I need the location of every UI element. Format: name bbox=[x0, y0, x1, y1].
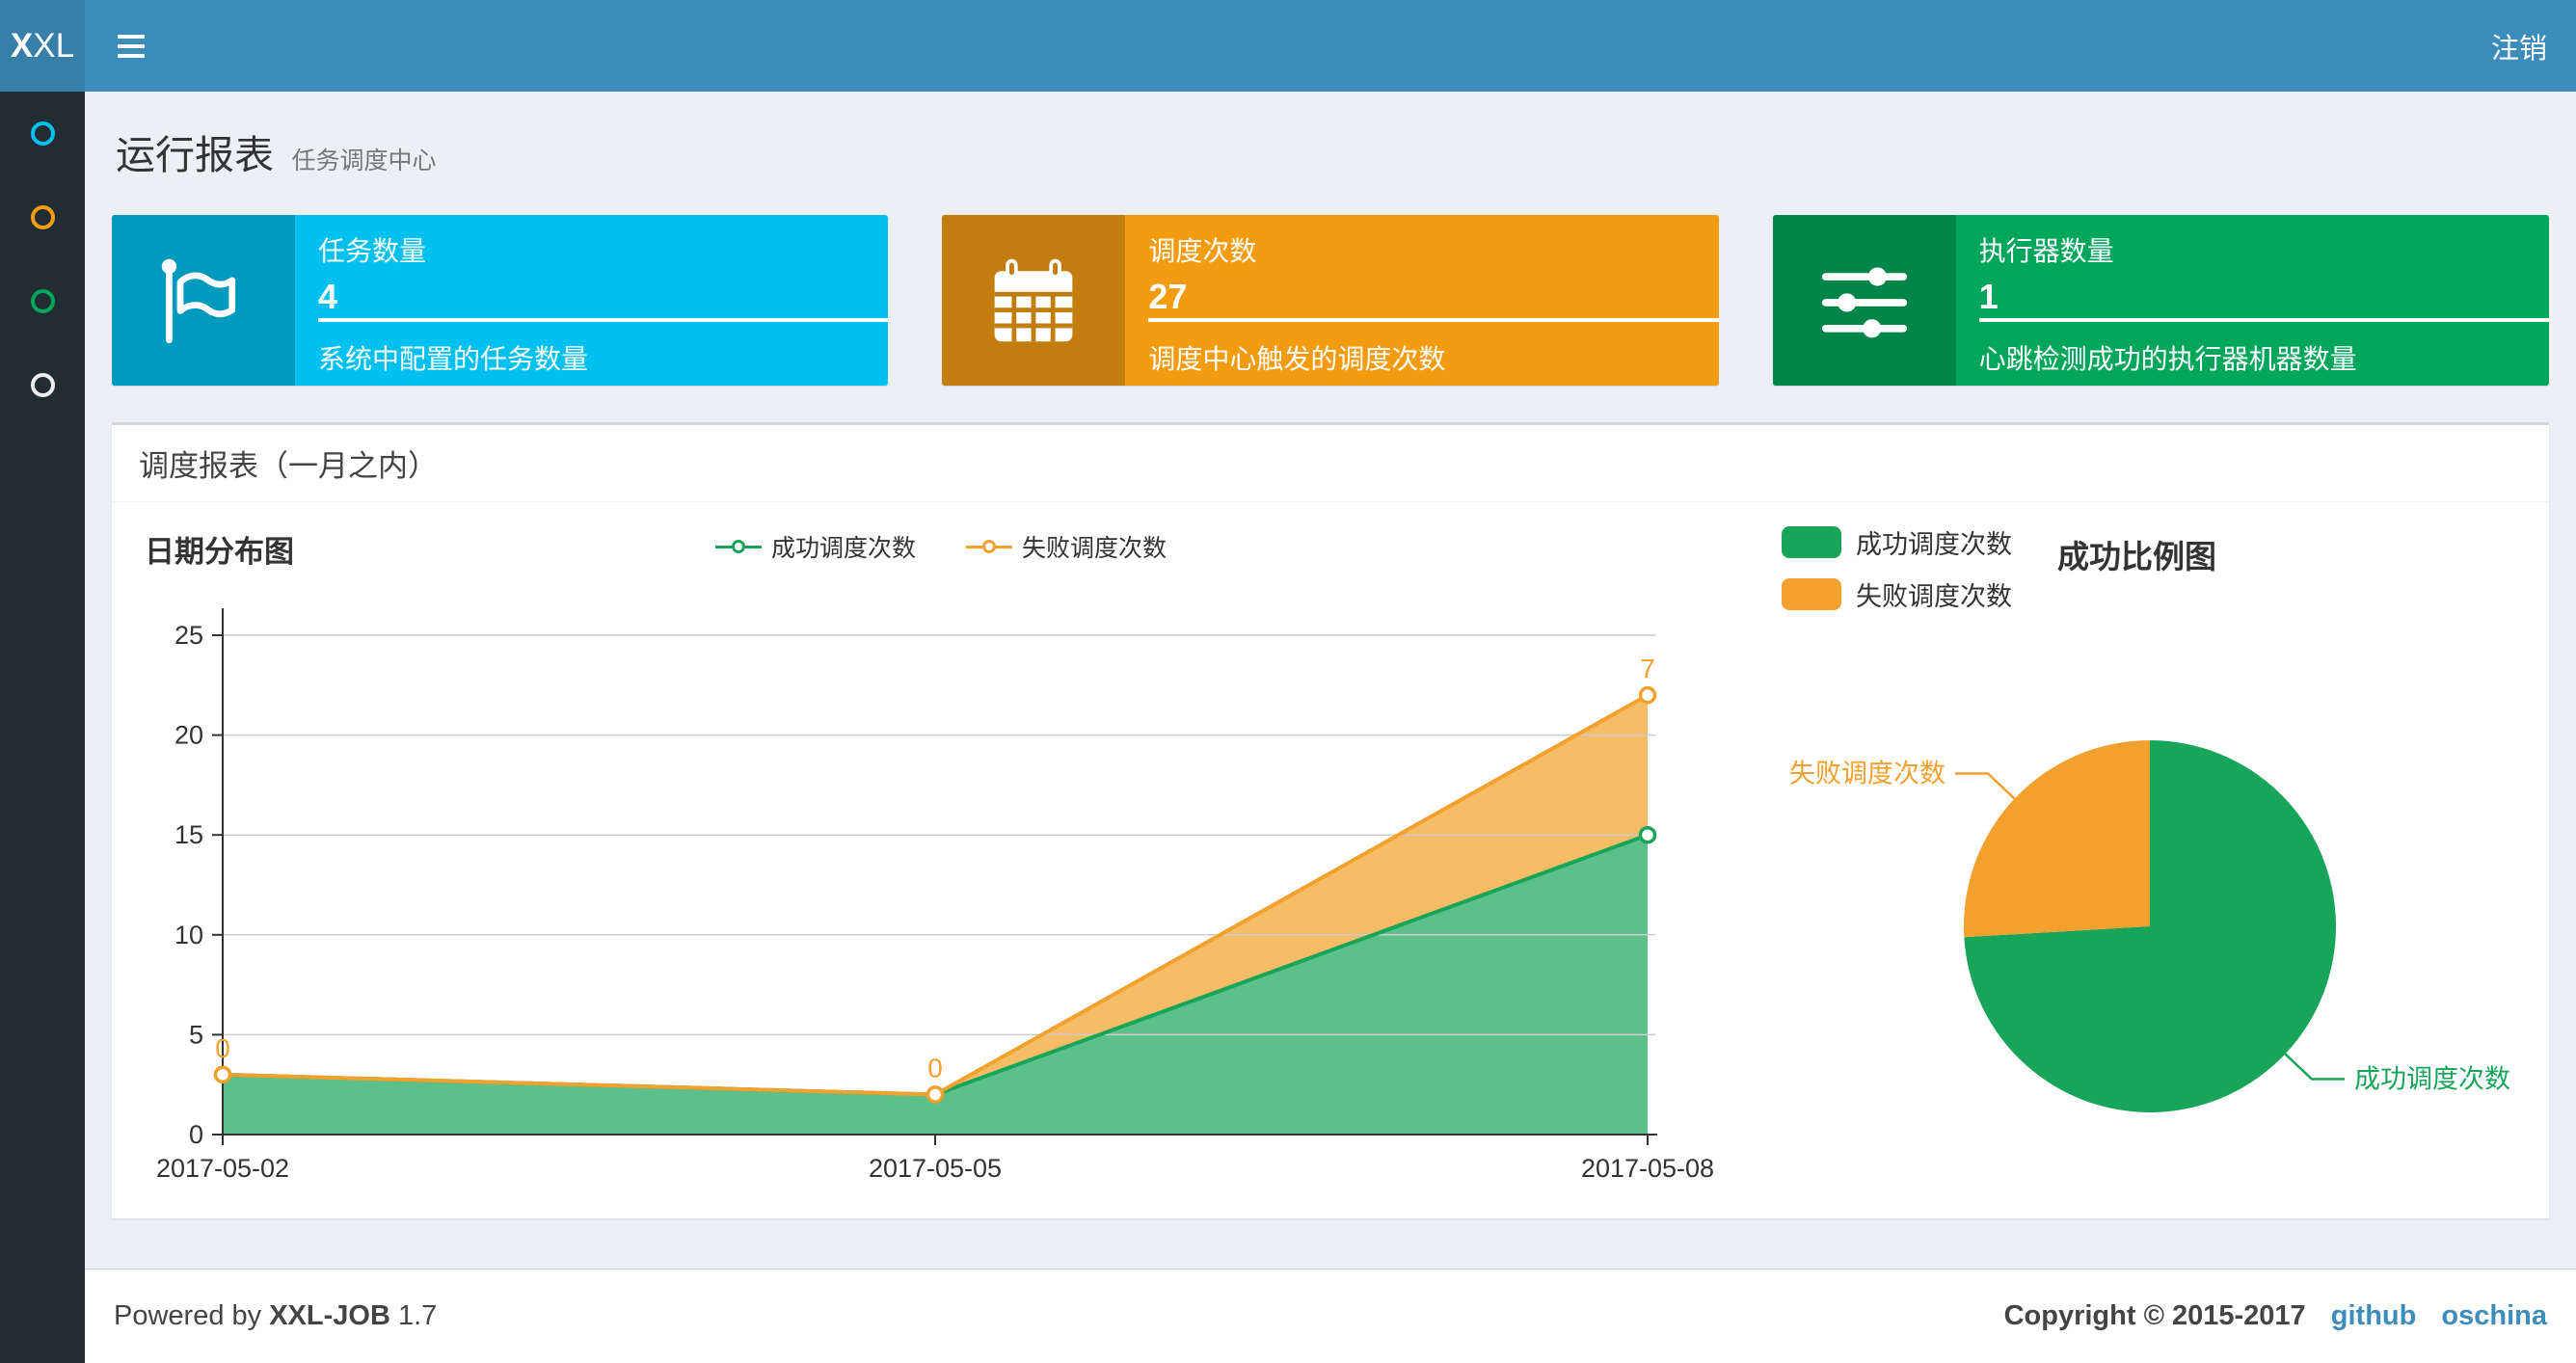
info-box-label: 调度次数 bbox=[1148, 236, 1257, 266]
fail-point[interactable] bbox=[1638, 685, 1657, 705]
flag-icon bbox=[112, 215, 295, 386]
app-logo-light: XL bbox=[33, 26, 75, 65]
info-box-divider bbox=[1148, 318, 1719, 322]
info-box-row: 任务数量 4 系统中配置的任务数量 调度次数 27 调度中心触发的调度次数 执行器数量 1 心跳… bbox=[112, 215, 2549, 386]
y-tick-label: 5 bbox=[189, 1020, 203, 1049]
sliders-icon bbox=[1772, 215, 1956, 386]
line-circle-marker-icon bbox=[966, 538, 1012, 555]
x-tick-label: 2017-05-08 bbox=[1581, 1154, 1714, 1183]
sidebar-item[interactable] bbox=[0, 175, 85, 259]
fail-point[interactable] bbox=[926, 1085, 945, 1104]
sidebar-item[interactable] bbox=[0, 343, 85, 427]
pie-slice-label: 失败调度次数 bbox=[1789, 759, 1945, 788]
page-header: 运行报表 任务调度中心 bbox=[112, 92, 2549, 215]
pie-label-line bbox=[1954, 772, 2016, 800]
info-box-value: 1 bbox=[1978, 277, 1999, 316]
github-link[interactable]: github bbox=[2331, 1300, 2417, 1331]
success-point[interactable] bbox=[1638, 825, 1657, 844]
legend-item[interactable]: 失败调度次数 bbox=[1782, 575, 2012, 613]
info-box-label: 执行器数量 bbox=[1978, 236, 2114, 266]
circle-icon bbox=[30, 121, 55, 146]
top-navbar: X XL 注销 bbox=[0, 0, 2576, 92]
fail-point-label: 7 bbox=[1640, 654, 1655, 683]
report-panel-header: 调度报表（一月之内） bbox=[112, 425, 2549, 502]
success-ratio-chart: 成功调度次数 失败调度次数 成功比例图 成功调度次数 失败调度次数 bbox=[1751, 502, 2549, 1217]
info-box-description: 调度中心触发的调度次数 bbox=[1148, 344, 1446, 374]
info-box-value: 27 bbox=[1148, 277, 1188, 316]
info-box-description: 系统中配置的任务数量 bbox=[318, 344, 589, 374]
info-box-label: 任务数量 bbox=[318, 236, 427, 266]
legend-swatch-icon bbox=[1782, 526, 1841, 558]
y-tick-label: 25 bbox=[174, 621, 203, 650]
info-box-content: 调度次数 27 调度中心触发的调度次数 bbox=[1125, 215, 1719, 386]
date-distribution-chart: 日期分布图 成功调度次数 失败调度次数 0 5 10 15 20 25 2017-05-02 2… bbox=[131, 502, 1751, 1217]
legend-label: 失败调度次数 bbox=[1856, 582, 2012, 611]
circle-icon bbox=[30, 289, 55, 313]
legend-label: 成功调度次数 bbox=[770, 535, 916, 562]
line-circle-marker-icon bbox=[714, 538, 762, 555]
circle-icon bbox=[30, 373, 55, 397]
powered-by: Powered by XXL-JOB 1.7 bbox=[114, 1300, 437, 1332]
legend-circle bbox=[982, 540, 996, 553]
oschina-link[interactable]: oschina bbox=[2441, 1300, 2547, 1331]
product-name: XXL-JOB bbox=[269, 1300, 390, 1331]
copyright-text: Copyright © 2015-2017 bbox=[2003, 1300, 2306, 1331]
y-tick-label: 10 bbox=[174, 921, 203, 949]
legend-swatch-icon bbox=[1782, 578, 1841, 610]
line-chart-canvas: 05101520252017-05-02 2017-05-05 2017-05-08… bbox=[156, 608, 1714, 1183]
pie-chart-title: 成功比例图 bbox=[2057, 539, 2216, 575]
sidebar-item[interactable] bbox=[0, 92, 85, 175]
info-box-description: 心跳检测成功的执行器机器数量 bbox=[1978, 344, 2357, 374]
pie-slice[interactable] bbox=[1964, 740, 2150, 938]
page-title: 运行报表 bbox=[116, 133, 274, 177]
info-box: 任务数量 4 系统中配置的任务数量 bbox=[112, 215, 889, 386]
pie-chart-legend: 成功调度次数 失败调度次数 bbox=[1782, 523, 2012, 613]
circle-icon bbox=[30, 205, 55, 229]
info-box-content: 执行器数量 1 心跳检测成功的执行器机器数量 bbox=[1956, 215, 2549, 386]
info-box: 调度次数 27 调度中心触发的调度次数 bbox=[942, 215, 1719, 386]
calendar-icon bbox=[942, 215, 1126, 386]
legend-item[interactable]: 成功调度次数 bbox=[714, 529, 916, 564]
app-logo-bold: X bbox=[10, 26, 34, 65]
y-tick-label: 0 bbox=[189, 1120, 203, 1149]
logout-link[interactable]: 注销 bbox=[2491, 26, 2547, 67]
info-box: 执行器数量 1 心跳检测成功的执行器机器数量 bbox=[1772, 215, 2549, 386]
hamburger-menu-icon[interactable] bbox=[114, 25, 148, 67]
fail-point[interactable] bbox=[213, 1065, 232, 1084]
legend-item[interactable]: 失败调度次数 bbox=[966, 529, 1167, 564]
line-chart-legend: 成功调度次数 失败调度次数 bbox=[131, 529, 1751, 564]
product-version: 1.7 bbox=[397, 1300, 438, 1331]
pie-slice-label: 成功调度次数 bbox=[2354, 1065, 2510, 1094]
legend-circle bbox=[731, 540, 745, 553]
footer: Powered by XXL-JOB 1.7 Copyright © 2015-… bbox=[85, 1269, 2576, 1363]
y-tick-label: 20 bbox=[174, 721, 203, 750]
content-area: 运行报表 任务调度中心 任务数量 4 系统中配置的任务数量 调度次数 27 调度中心触发的… bbox=[85, 92, 2576, 1269]
page-subtitle: 任务调度中心 bbox=[291, 147, 437, 174]
app-logo[interactable]: X XL bbox=[0, 0, 85, 92]
info-box-value: 4 bbox=[318, 277, 338, 316]
x-tick-label: 2017-05-05 bbox=[869, 1154, 1002, 1183]
fail-point-label: 0 bbox=[215, 1033, 230, 1063]
info-box-content: 任务数量 4 系统中配置的任务数量 bbox=[295, 215, 889, 386]
report-panel-title: 调度报表（一月之内） bbox=[139, 449, 438, 483]
report-panel: 调度报表（一月之内） 日期分布图 成功调度次数 失败调度次数 0 5 10 15 20 25… bbox=[112, 422, 2549, 1218]
navbar: 注销 bbox=[85, 0, 2576, 92]
pie-label-line bbox=[2284, 1053, 2346, 1081]
y-tick-label: 15 bbox=[174, 820, 203, 849]
legend-item[interactable]: 成功调度次数 bbox=[1782, 523, 2012, 561]
info-box-divider bbox=[318, 318, 889, 322]
legend-label: 成功调度次数 bbox=[1856, 530, 2012, 559]
sidebar-item[interactable] bbox=[0, 259, 85, 343]
fail-point-label: 0 bbox=[927, 1054, 943, 1083]
x-tick-label: 2017-05-02 bbox=[156, 1154, 289, 1183]
powered-by-prefix: Powered by bbox=[114, 1300, 262, 1331]
copyright-block: Copyright © 2015-2017 github oschina bbox=[2004, 1300, 2547, 1332]
legend-label: 失败调度次数 bbox=[1022, 535, 1167, 562]
info-box-divider bbox=[1978, 318, 2549, 322]
report-panel-body: 日期分布图 成功调度次数 失败调度次数 0 5 10 15 20 25 2017-05-02 2… bbox=[112, 502, 2549, 1217]
sidebar bbox=[0, 92, 85, 1363]
